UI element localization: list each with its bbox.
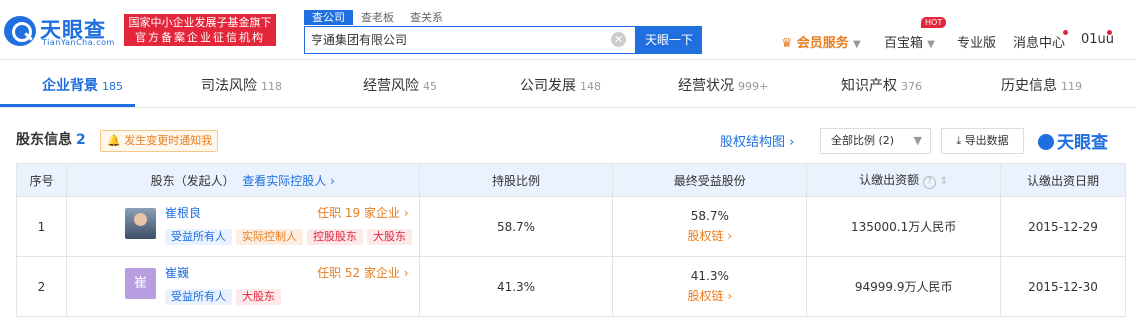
tab-background[interactable]: 企业背景 185 — [42, 64, 123, 108]
capital-value: 94999.9万人民币 — [806, 256, 1002, 317]
col-date: 认缴出资日期 — [1000, 163, 1126, 197]
chevron-down-icon: ▼ — [927, 39, 935, 50]
tag-major: 大股东 — [366, 229, 412, 245]
baibao-menu[interactable]: 百宝箱 ▼ — [884, 32, 935, 51]
brand-watermark: 天眼查 — [1038, 128, 1108, 153]
chevron-down-icon: ▼ — [852, 39, 861, 50]
chevron-down-icon: ▼ — [913, 134, 922, 147]
tag-controller: 实际控制人 — [235, 229, 303, 245]
col-capital: 认缴出资额 ? ⇕ — [806, 163, 1002, 197]
vip-label: 会员服务 — [796, 36, 849, 51]
search-tab-company[interactable]: 查公司 — [304, 10, 353, 25]
date-value: 2015-12-30 — [1000, 256, 1126, 317]
table-row: 2 崔 崔巍 任职 52 家企业 › 受益所有人 大股东 41.3% 41.3%… — [16, 256, 1126, 317]
top-bar: 天眼查 TianYanCha.com 国家中小企业发展子基金旗下 官方备案企业征… — [0, 0, 1136, 60]
section-title: 股东信息 2 — [16, 132, 86, 148]
col-final: 最终受益股份 — [612, 163, 808, 197]
tag-major: 大股东 — [235, 289, 281, 305]
holder-cell: 崔根良 任职 19 家企业 › 受益所有人 实际控制人 控股股东 大股东 — [65, 196, 420, 257]
structure-link[interactable]: 股权结构图 › — [720, 131, 794, 150]
date-value: 2015-12-29 — [1000, 196, 1126, 257]
tab-ip[interactable]: 知识产权 376 — [841, 64, 922, 108]
ratio-select[interactable]: 全部比例 (2) ▼ — [820, 128, 931, 154]
holder-name[interactable]: 崔巍 — [165, 264, 189, 281]
content-tabs: 企业背景 185 司法风险 118 经营风险 45 公司发展 148 经营状况 999+ … — [0, 64, 1136, 108]
pro-link[interactable]: 专业版 — [957, 32, 996, 51]
tag-beneficiary: 受益所有人 — [164, 289, 232, 305]
bell-icon: 🔔 — [107, 134, 121, 147]
search-area: 查公司 查老板 查关系 亨通集团有限公司 ✕ 天眼一下 — [304, 10, 702, 54]
actual-controller-link[interactable]: 查看实际控股人 — [242, 174, 326, 188]
final-cell: 41.3% 股权链 › — [612, 256, 808, 317]
col-holder: 股东（发起人） 查看实际控股人 › — [65, 163, 420, 197]
official-tag: 国家中小企业发展子基金旗下 官方备案企业征信机构 — [124, 14, 276, 46]
ratio-value: 58.7% — [418, 196, 614, 257]
final-value: 41.3% — [690, 269, 729, 283]
tab-development[interactable]: 公司发展 148 — [520, 64, 601, 108]
chevron-right-icon: › — [789, 135, 795, 150]
tab-history[interactable]: 历史信息 119 — [1001, 64, 1082, 108]
final-cell: 58.7% 股权链 › — [612, 196, 808, 257]
message-dot — [1063, 30, 1068, 35]
vip-service[interactable]: ♛ 会员服务 ▼ — [781, 32, 861, 51]
tag-list: 受益所有人 实际控制人 控股股东 大股东 — [164, 229, 416, 245]
row-idx: 2 — [16, 256, 67, 317]
tab-legal[interactable]: 司法风险 118 — [201, 64, 282, 108]
equity-chain-link[interactable]: 股权链 › — [613, 227, 806, 244]
download-icon: ⤓ — [956, 134, 962, 147]
search-tab-boss[interactable]: 查老板 — [353, 10, 402, 25]
holder-cell: 崔 崔巍 任职 52 家企业 › 受益所有人 大股东 — [65, 256, 420, 317]
ratio-value: 41.3% — [418, 256, 614, 317]
section-count: 2 — [76, 132, 86, 148]
sort-icon[interactable]: ⇕ — [940, 176, 948, 187]
notify-button[interactable]: 🔔 发生变更时通知我 — [100, 130, 218, 152]
tag-controlling: 控股股东 — [306, 229, 363, 245]
export-button[interactable]: ⤓ 导出数据 — [941, 128, 1024, 154]
clear-icon[interactable]: ✕ — [611, 32, 626, 47]
avatar[interactable]: 崔 — [124, 268, 156, 299]
col-ratio: 持股比例 — [418, 163, 614, 197]
official-tag-line2: 官方备案企业征信机构 — [135, 31, 265, 44]
search-input[interactable]: 亨通集团有限公司 — [304, 26, 636, 54]
tag-beneficiary: 受益所有人 — [164, 229, 232, 245]
baibao-label: 百宝箱 — [884, 36, 924, 51]
position-link[interactable]: 任职 52 家企业 › — [317, 264, 409, 281]
table-header: 序号 股东（发起人） 查看实际控股人 › 持股比例 最终受益股份 认缴出资额 ?… — [16, 163, 1126, 197]
message-center[interactable]: 消息中心 — [1013, 32, 1065, 51]
logo-icon — [1038, 134, 1054, 150]
holder-name[interactable]: 崔根良 — [165, 204, 201, 221]
user-dot — [1107, 30, 1112, 35]
tab-operation-status[interactable]: 经营状况 999+ — [678, 64, 768, 108]
search-button[interactable]: 天眼一下 — [636, 26, 702, 54]
tag-list: 受益所有人 大股东 — [164, 289, 285, 305]
row-idx: 1 — [16, 196, 67, 257]
table-row: 1 崔根良 任职 19 家企业 › 受益所有人 实际控制人 控股股东 大股东 5… — [16, 196, 1126, 257]
capital-value: 135000.1万人民币 — [806, 196, 1002, 257]
search-tab-relation[interactable]: 查关系 — [402, 10, 451, 25]
shareholder-table: 序号 股东（发起人） 查看实际控股人 › 持股比例 最终受益股份 认缴出资额 ?… — [16, 163, 1126, 317]
hot-badge: HOT — [921, 17, 947, 28]
help-icon[interactable]: ? — [922, 176, 936, 189]
tab-operation-risk[interactable]: 经营风险 45 — [363, 64, 437, 108]
logo-domain: TianYanCha.com — [42, 38, 115, 47]
col-idx: 序号 — [16, 163, 67, 197]
position-link[interactable]: 任职 19 家企业 › — [317, 204, 409, 221]
final-value: 58.7% — [690, 209, 729, 223]
official-tag-line1: 国家中小企业发展子基金旗下 — [128, 16, 272, 29]
equity-chain-link[interactable]: 股权链 › — [613, 287, 806, 304]
active-tab-indicator — [0, 104, 135, 107]
avatar[interactable] — [124, 208, 156, 239]
logo[interactable]: 天眼查 TianYanCha.com — [4, 12, 116, 48]
crown-icon: ♛ — [781, 36, 793, 51]
logo-icon — [4, 16, 36, 46]
